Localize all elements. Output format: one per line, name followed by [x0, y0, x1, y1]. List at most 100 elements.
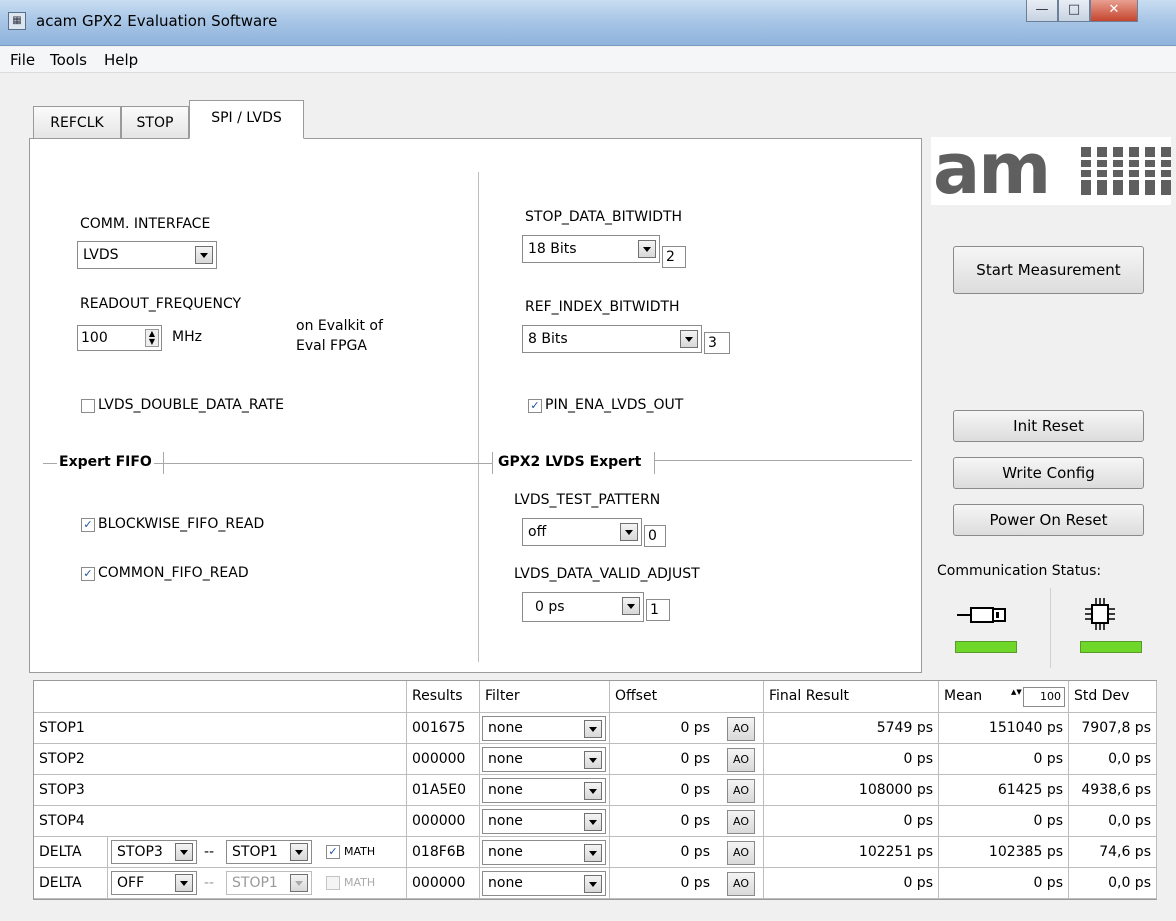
ref-index-bitwidth-select[interactable]: 8 Bits: [522, 325, 702, 353]
mean-value: 151040 ps: [939, 713, 1069, 744]
chevron-down-icon[interactable]: [638, 240, 656, 258]
tab-refclk[interactable]: REFCLK: [33, 106, 121, 139]
offset-value[interactable]: 0 ps: [620, 868, 710, 898]
ref-index-code: 3: [704, 332, 730, 354]
tab-stop[interactable]: STOP: [121, 106, 189, 139]
chevron-down-icon[interactable]: [584, 720, 602, 738]
offset-value[interactable]: 0 ps: [620, 744, 710, 774]
offset-value[interactable]: 0 ps: [620, 775, 710, 805]
minimize-icon[interactable]: —: [1026, 0, 1058, 22]
offset-value[interactable]: 0 ps: [620, 806, 710, 836]
mean-value: 0 ps: [939, 744, 1069, 775]
lvds-data-valid-adjust-select[interactable]: 0 ps: [522, 592, 644, 622]
delta-b-value: STOP1: [232, 875, 278, 891]
auto-offset-button[interactable]: AO: [727, 841, 755, 865]
auto-offset-button[interactable]: AO: [727, 779, 755, 803]
chevron-down-icon[interactable]: [622, 597, 640, 615]
filter-value: none: [488, 875, 523, 891]
maximize-icon[interactable]: □: [1058, 0, 1090, 22]
common-fifo-checkbox[interactable]: ✓: [81, 567, 95, 581]
lvds-test-pattern-label: LVDS_TEST_PATTERN: [514, 492, 661, 508]
tab-spi-lvds[interactable]: SPI / LVDS: [189, 100, 304, 139]
usb-status-led: [955, 641, 1017, 653]
chevron-down-icon[interactable]: [175, 874, 193, 892]
close-icon[interactable]: ✕: [1090, 0, 1138, 22]
blockwise-checkbox[interactable]: ✓: [81, 518, 95, 532]
chevron-down-icon[interactable]: [680, 330, 698, 348]
delta-b-select[interactable]: STOP1: [226, 840, 312, 864]
spinner-icon[interactable]: ▲▼: [1011, 688, 1022, 706]
filter-value: none: [488, 813, 523, 829]
lvds-test-pattern-code: 0: [644, 525, 666, 547]
stop-data-bitwidth-select[interactable]: 18 Bits: [522, 235, 660, 263]
auto-offset-button[interactable]: AO: [727, 717, 755, 741]
power-on-reset-button[interactable]: Power On Reset: [953, 504, 1144, 536]
filter-cell: none: [480, 775, 610, 806]
mean-count-input[interactable]: 100: [1023, 687, 1065, 707]
row-label: STOP1: [34, 713, 407, 744]
filter-value: none: [488, 720, 523, 736]
readout-frequency-input[interactable]: 100 ▲ ▼: [77, 325, 162, 351]
filter-select[interactable]: none: [482, 778, 606, 803]
filter-value: none: [488, 751, 523, 767]
write-config-button[interactable]: Write Config: [953, 457, 1144, 489]
result-value: 000000: [407, 806, 480, 837]
delta-a-select[interactable]: OFF: [111, 871, 197, 895]
lvds-test-pattern-select[interactable]: off: [522, 518, 642, 546]
std-dev-value: 0,0 ps: [1069, 744, 1157, 775]
chevron-down-icon[interactable]: [175, 843, 193, 861]
menu-tools[interactable]: Tools: [50, 51, 87, 69]
row-label: STOP4: [34, 806, 407, 837]
chevron-down-icon[interactable]: [584, 782, 602, 800]
chevron-down-icon[interactable]: [195, 246, 213, 264]
auto-offset-button[interactable]: AO: [727, 872, 755, 896]
filter-select[interactable]: none: [482, 840, 606, 865]
math-checkbox[interactable]: [326, 876, 340, 890]
chevron-down-icon[interactable]: [584, 844, 602, 862]
comm-interface-select[interactable]: LVDS: [77, 241, 217, 269]
delta-config: OFF -- STOP1 MATH: [108, 868, 407, 899]
std-dev-value: 74,6 ps: [1069, 837, 1157, 868]
delta-separator: --: [204, 875, 215, 891]
grid-icon: ▦: [8, 12, 26, 30]
auto-offset-button[interactable]: AO: [727, 810, 755, 834]
stop-data-code: 2: [662, 246, 686, 268]
divider: [163, 463, 493, 464]
menu-help[interactable]: Help: [104, 51, 138, 69]
common-fifo-label: COMMON_FIFO_READ: [98, 565, 249, 581]
chip-status-led: [1080, 641, 1142, 653]
menu-file[interactable]: File: [10, 51, 35, 69]
delta-b-select[interactable]: STOP1: [226, 871, 312, 895]
ref-index-bitwidth-label: REF_INDEX_BITWIDTH: [525, 299, 680, 315]
ref-index-bitwidth-value: 8 Bits: [528, 331, 568, 347]
offset-value[interactable]: 0 ps: [620, 837, 710, 867]
auto-offset-button[interactable]: AO: [727, 748, 755, 772]
comm-interface-label: COMM. INTERFACE: [80, 216, 211, 232]
chevron-down-icon[interactable]: [290, 874, 308, 892]
filter-select[interactable]: none: [482, 716, 606, 741]
window-title: acam GPX2 Evaluation Software: [36, 12, 278, 30]
offset-cell: 0 ps AO: [610, 806, 764, 837]
std-dev-value: 0,0 ps: [1069, 868, 1157, 899]
chevron-down-icon[interactable]: [290, 843, 308, 861]
result-value: 000000: [407, 744, 480, 775]
filter-select[interactable]: none: [482, 747, 606, 772]
column-divider: [478, 172, 479, 662]
offset-value[interactable]: 0 ps: [620, 713, 710, 743]
delta-a-select[interactable]: STOP3: [111, 840, 197, 864]
filter-select[interactable]: none: [482, 871, 606, 896]
chevron-down-icon[interactable]: [584, 813, 602, 831]
spinner-icon[interactable]: ▲▼: [145, 329, 159, 347]
init-reset-button[interactable]: Init Reset: [953, 410, 1144, 442]
chevron-down-icon[interactable]: [584, 751, 602, 769]
chevron-down-icon[interactable]: [620, 523, 638, 541]
lvds-ddr-label: LVDS_DOUBLE_DATA_RATE: [98, 397, 284, 413]
filter-select[interactable]: none: [482, 809, 606, 834]
start-measurement-button[interactable]: Start Measurement: [953, 246, 1144, 294]
lvds-ddr-checkbox[interactable]: [81, 399, 95, 413]
math-checkbox[interactable]: ✓: [326, 845, 340, 859]
header-offset: Offset: [610, 681, 764, 713]
result-value: 018F6B: [407, 837, 480, 868]
chevron-down-icon[interactable]: [584, 875, 602, 893]
pin-ena-lvds-out-checkbox[interactable]: ✓: [528, 399, 542, 413]
